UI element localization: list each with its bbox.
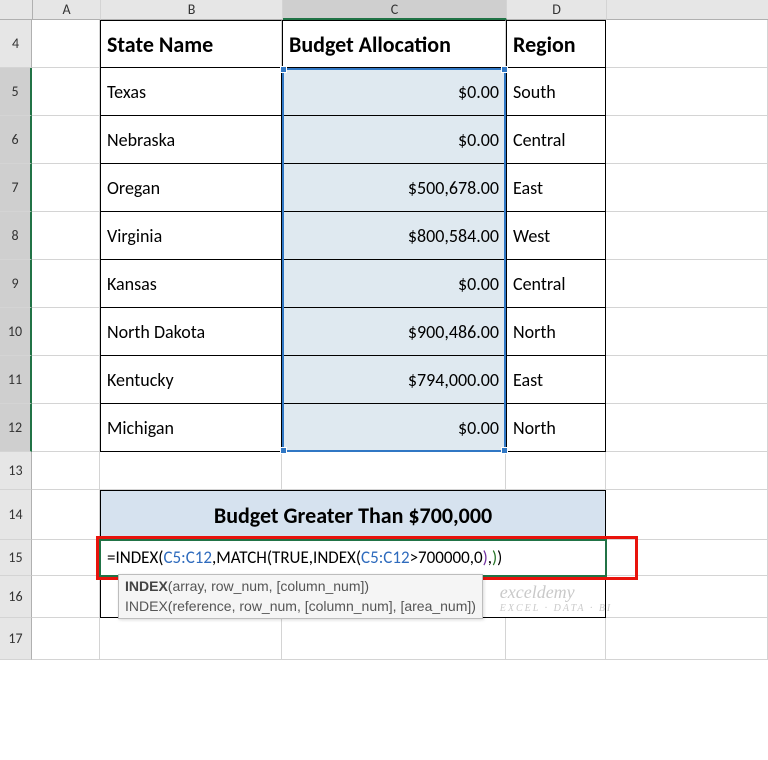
cell-E13[interactable] (606, 452, 768, 490)
cell-D5[interactable]: South (506, 68, 606, 116)
cell-E9[interactable] (606, 260, 768, 308)
cell-D10[interactable]: North (506, 308, 606, 356)
cell-B13[interactable] (100, 452, 282, 490)
cell-E17[interactable] (606, 618, 768, 660)
cell-B11[interactable]: Kentucky (100, 356, 282, 404)
cell-C9[interactable]: $0.00 (282, 260, 506, 308)
cell-D4[interactable]: Region (506, 20, 606, 68)
row-header-9[interactable]: 9 (0, 260, 32, 308)
cell-B8[interactable]: Virginia (100, 212, 282, 260)
col-header-next[interactable] (607, 0, 768, 20)
cell-E7[interactable] (606, 164, 768, 212)
cell-C10[interactable]: $900,486.00 (282, 308, 506, 356)
cell-B6[interactable]: Nebraska (100, 116, 282, 164)
col-header-A[interactable]: A (33, 0, 101, 20)
row-header-5[interactable]: 5 (0, 68, 32, 116)
cell-B17[interactable] (100, 618, 282, 660)
column-headers: A B C D (0, 0, 768, 20)
row-header-10[interactable]: 10 (0, 308, 32, 356)
cell-E10[interactable] (606, 308, 768, 356)
cell-D6[interactable]: Central (506, 116, 606, 164)
row-header-11[interactable]: 11 (0, 356, 32, 404)
cell-E16[interactable] (606, 576, 768, 618)
cell-C6[interactable]: $0.00 (282, 116, 506, 164)
cell-A17[interactable] (32, 618, 100, 660)
cell-A8[interactable] (32, 212, 100, 260)
cell-D12[interactable]: North (506, 404, 606, 452)
cell-B9[interactable]: Kansas (100, 260, 282, 308)
cell-B7[interactable]: Oregan (100, 164, 282, 212)
row-header-8[interactable]: 8 (0, 212, 32, 260)
row-header-17[interactable]: 17 (0, 618, 32, 660)
row-header-6[interactable]: 6 (0, 116, 32, 164)
cell-C5[interactable]: $0.00 (282, 68, 506, 116)
row-header-7[interactable]: 7 (0, 164, 32, 212)
col-header-D[interactable]: D (507, 0, 607, 20)
row-header-12[interactable]: 12 (0, 404, 32, 452)
cell-D13[interactable] (506, 452, 606, 490)
cell-E4[interactable] (606, 20, 768, 68)
cell-A14[interactable] (32, 490, 100, 540)
cell-B10[interactable]: North Dakota (100, 308, 282, 356)
cell-E11[interactable] (606, 356, 768, 404)
merged-title-cell[interactable]: Budget Greater Than $700,000 (100, 490, 606, 540)
cell-C8[interactable]: $800,584.00 (282, 212, 506, 260)
cell-D11[interactable]: East (506, 356, 606, 404)
cells-area[interactable]: State NameBudget AllocationRegionTexas$0… (32, 20, 768, 660)
cell-D9[interactable]: Central (506, 260, 606, 308)
cell-A7[interactable] (32, 164, 100, 212)
cell-E15[interactable] (606, 540, 768, 576)
cell-D17[interactable] (506, 618, 606, 660)
cell-A11[interactable] (32, 356, 100, 404)
cell-C12[interactable]: $0.00 (282, 404, 506, 452)
row-header-13[interactable]: 13 (0, 452, 32, 490)
function-tooltip: INDEX(array, row_num, [column_num]) INDE… (118, 574, 483, 619)
cell-E14[interactable] (606, 490, 768, 540)
cell-A4[interactable] (32, 20, 100, 68)
cell-A15[interactable] (32, 540, 100, 576)
row-headers: 4567891011121314151617 (0, 20, 32, 660)
cell-C11[interactable]: $794,000.00 (282, 356, 506, 404)
cell-B12[interactable]: Michigan (100, 404, 282, 452)
cell-B4[interactable]: State Name (100, 20, 282, 68)
cell-A16[interactable] (32, 576, 100, 618)
cell-A9[interactable] (32, 260, 100, 308)
select-all-corner[interactable] (0, 0, 33, 20)
cell-E6[interactable] (606, 116, 768, 164)
formula-cell[interactable]: =INDEX(C5:C12,MATCH(TRUE,INDEX(C5:C12>70… (100, 540, 606, 576)
cell-E5[interactable] (606, 68, 768, 116)
cell-A13[interactable] (32, 452, 100, 490)
cell-A10[interactable] (32, 308, 100, 356)
cell-A5[interactable] (32, 68, 100, 116)
cell-D8[interactable]: West (506, 212, 606, 260)
row-header-4[interactable]: 4 (0, 20, 32, 68)
cell-C7[interactable]: $500,678.00 (282, 164, 506, 212)
cell-D7[interactable]: East (506, 164, 606, 212)
cell-C13[interactable] (282, 452, 506, 490)
cell-C17[interactable] (282, 618, 506, 660)
cell-B5[interactable]: Texas (100, 68, 282, 116)
cell-E8[interactable] (606, 212, 768, 260)
cell-A6[interactable] (32, 116, 100, 164)
cell-A12[interactable] (32, 404, 100, 452)
col-header-C[interactable]: C (283, 0, 507, 20)
cell-E12[interactable] (606, 404, 768, 452)
cell-C4[interactable]: Budget Allocation (282, 20, 506, 68)
row-header-16[interactable]: 16 (0, 576, 32, 618)
row-header-15[interactable]: 15 (0, 540, 32, 576)
row-header-14[interactable]: 14 (0, 490, 32, 540)
col-header-B[interactable]: B (101, 0, 283, 20)
